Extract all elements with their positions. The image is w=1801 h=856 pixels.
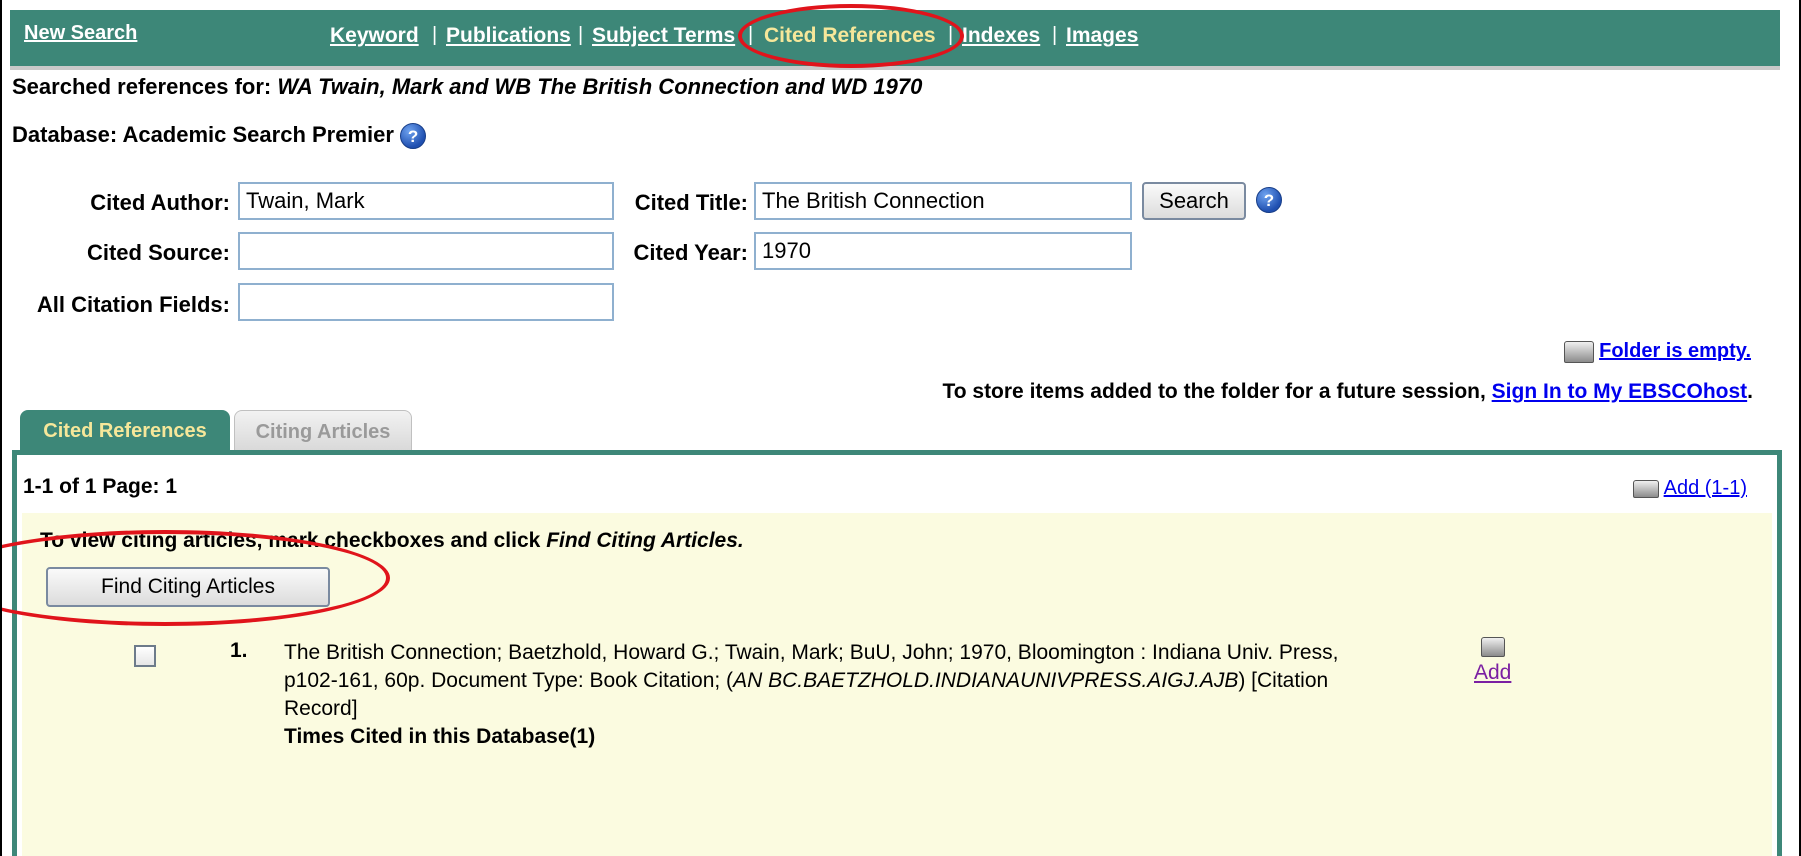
nav-separator: | bbox=[748, 24, 754, 46]
result-number: 1. bbox=[230, 639, 248, 662]
all-citation-fields-label: All Citation Fields: bbox=[36, 292, 230, 317]
nav-separator: | bbox=[432, 24, 438, 46]
nav-separator: | bbox=[1052, 24, 1058, 46]
cited-author-input[interactable]: Twain, Mark bbox=[238, 182, 614, 220]
accession-number: AN BC.BAETZHOLD.INDIANAUNIVPRESS.AIGJ.AJ… bbox=[733, 669, 1239, 692]
database-label: Database: Academic Search Premier bbox=[12, 122, 394, 147]
result-add: Add bbox=[1474, 637, 1511, 685]
instruction-prefix: To view citing articles, mark checkboxes… bbox=[40, 529, 541, 552]
result-citation: The British Connection; Baetzhold, Howar… bbox=[284, 639, 1449, 751]
store-text: To store items added to the folder for a… bbox=[942, 380, 1486, 403]
results-count: 1-1 of 1 Page: 1 bbox=[23, 475, 178, 498]
folder-link[interactable]: Folder is empty. bbox=[1599, 340, 1751, 362]
searched-query: WA Twain, Mark and WB The British Connec… bbox=[277, 74, 923, 99]
folder-icon bbox=[1633, 479, 1660, 498]
add-range: Add (1-1) bbox=[1633, 477, 1747, 500]
help-icon[interactable]: ? bbox=[1256, 187, 1282, 213]
cited-year-input[interactable]: 1970 bbox=[754, 232, 1132, 270]
folder-icon bbox=[1563, 340, 1594, 363]
cited-author-label: Cited Author: bbox=[90, 190, 230, 215]
cited-title-label: Cited Title: bbox=[634, 190, 748, 215]
instruction-text: To view citing articles, mark checkboxes… bbox=[40, 529, 744, 553]
add-range-link[interactable]: Add (1-1) bbox=[1664, 477, 1747, 499]
folder-icon bbox=[1480, 637, 1505, 657]
citation-text: p102-161, 60p. Document Type: Book Citat… bbox=[284, 669, 734, 692]
nav-separator: | bbox=[948, 24, 954, 46]
search-button[interactable]: Search bbox=[1142, 182, 1246, 220]
searched-references: Searched references for: WA Twain, Mark … bbox=[12, 74, 922, 100]
result-checkbox[interactable] bbox=[134, 645, 156, 667]
cited-year-label: Cited Year: bbox=[633, 240, 748, 265]
tab-citing-articles[interactable]: Citing Articles bbox=[234, 410, 412, 452]
citation-line: Record] bbox=[284, 697, 358, 720]
nav-subject-terms[interactable]: Subject Terms bbox=[592, 24, 735, 48]
add-link[interactable]: Add bbox=[1474, 661, 1511, 684]
find-citing-articles-button[interactable]: Find Citing Articles bbox=[46, 567, 330, 607]
help-icon[interactable]: ? bbox=[400, 123, 427, 149]
nav-separator: | bbox=[578, 24, 584, 46]
times-cited-link[interactable]: Times Cited in this Database(1) bbox=[284, 723, 1449, 751]
results-list: To view citing articles, mark checkboxes… bbox=[22, 513, 1772, 856]
searched-prefix: Searched references for: bbox=[12, 74, 272, 99]
database-line: Database: Academic Search Premier ? bbox=[12, 122, 427, 149]
citation-text: ) [Citation bbox=[1238, 669, 1329, 692]
citation-line: The British Connection; Baetzhold, Howar… bbox=[284, 641, 1339, 664]
instruction-action: Find Citing Articles. bbox=[546, 529, 744, 552]
results-panel: 1-1 of 1 Page: 1 Add (1-1) To view citin… bbox=[12, 450, 1782, 856]
nav-images[interactable]: Images bbox=[1066, 24, 1138, 48]
cited-source-label: Cited Source: bbox=[86, 240, 230, 265]
citation-line: p102-161, 60p. Document Type: Book Citat… bbox=[284, 667, 1449, 695]
store-folder-line: To store items added to the folder for a… bbox=[942, 380, 1753, 404]
tab-cited-references[interactable]: Cited References bbox=[20, 410, 230, 452]
period: . bbox=[1747, 380, 1753, 403]
nav-cited-references[interactable]: Cited References bbox=[764, 24, 936, 48]
top-nav-bar: New Search Keyword | Publications | Subj… bbox=[10, 10, 1780, 70]
nav-publications[interactable]: Publications bbox=[446, 24, 571, 48]
new-search-link[interactable]: New Search bbox=[24, 22, 137, 45]
cited-title-input[interactable]: The British Connection bbox=[754, 182, 1132, 220]
folder-status: Folder is empty. bbox=[1563, 340, 1751, 363]
cited-source-input[interactable] bbox=[238, 232, 614, 270]
nav-indexes[interactable]: Indexes bbox=[962, 24, 1040, 48]
sign-in-link[interactable]: Sign In to My EBSCOhost bbox=[1492, 380, 1748, 403]
all-citation-fields-input[interactable] bbox=[238, 283, 614, 321]
nav-keyword[interactable]: Keyword bbox=[330, 24, 419, 48]
